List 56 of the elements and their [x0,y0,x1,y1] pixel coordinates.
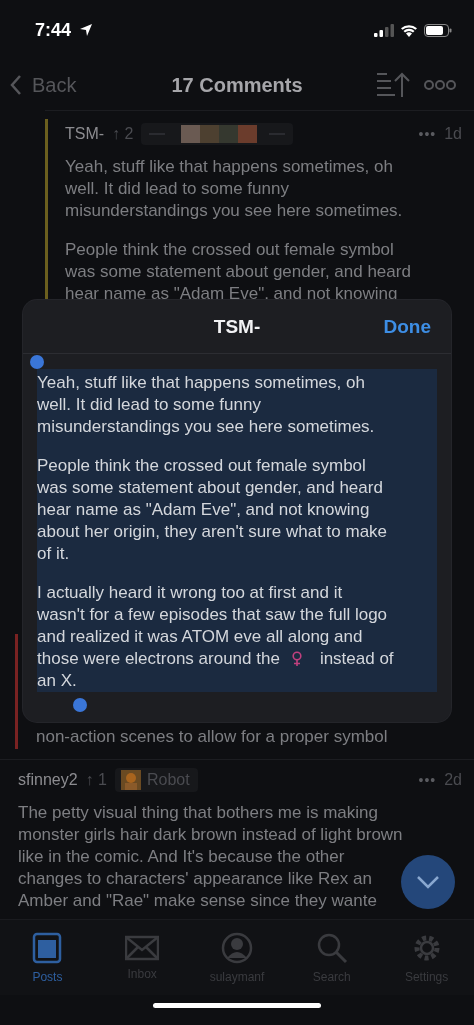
comment-text: was some statement about gender, and heard [65,261,411,283]
comment-text: hear name as "Adam Eve", and not knowing [65,283,398,305]
more-button[interactable]: ••• [418,126,437,142]
search-icon [315,931,348,964]
comment-author[interactable]: sfinney2 [18,771,78,789]
selected-text: Yeah, stuff like that happens sometimes, oh [37,372,365,394]
selected-text: wasn't for a few episodes that saw the full logo [37,604,388,626]
selection-handle[interactable] [30,355,44,369]
selected-text: misunderstandings you see here sometimes. [37,416,375,438]
tab-button[interactable]: Posts [2,931,93,984]
battery-icon [424,23,452,37]
selection-handle[interactable] [73,698,87,712]
person-icon [221,931,253,964]
page-title: 17 Comments [171,73,303,97]
selected-text: about her origin, they aren't sure what to make [37,521,388,543]
back-button[interactable]: Back [10,73,77,97]
signal-icon [374,23,394,37]
comment-text: non-action scenes to allow for a proper symbol [36,726,388,748]
scroll-down-button[interactable] [401,855,455,909]
comment-text: monster girls hair dark brown instead of light brown [18,824,403,846]
comment-age: 2d [444,771,462,789]
selected-text: well. It did lead to some funny [37,394,261,416]
location-arrow-icon [79,23,94,37]
modal-title: TSM- [213,315,261,338]
more-icon[interactable] [424,80,456,90]
selected-text: instead of [319,648,394,670]
female-sign-icon [291,651,302,667]
comment-author[interactable]: TSM- [65,125,105,143]
comment-text: Amber and "Rae" make sense since they wante [18,890,377,912]
more-button[interactable]: ••• [418,772,437,788]
chevron-down-icon [415,874,441,890]
selected-text: hear name as "Adam Eve", and not knowing [37,499,370,521]
comment-score: ↑ 1 [85,771,107,789]
envelope-icon [125,934,160,961]
chevron-icon [10,74,22,96]
selected-text: People think the crossed out female symbol [37,455,366,477]
comment-text: The petty visual thing that bothers me is making [18,802,378,824]
comment-age: 1d [444,125,462,143]
status-time: 7:44 [35,19,72,41]
document-icon [32,931,63,964]
selected-text: and realized it was ATOM eve all along and [37,626,363,648]
selected-text: those were electrons around the [37,648,280,670]
comment-text: like in the comic. And It's because the other [18,846,345,868]
comment-text: changes to characters' appearance like Rex an [18,868,372,890]
comment-text: Yeah, stuff like that happens sometimes, oh [65,156,393,178]
wifi-icon [400,23,418,37]
selected-text: of it. [37,543,70,565]
selected-text: I actually heard it wrong too at first and it [37,582,343,604]
comment-text: well. It did lead to some funny [65,178,289,200]
selected-text: an X. [37,670,77,692]
done-button[interactable]: Done [383,315,431,338]
comment-text: People think the crossed out female symbol [65,239,394,261]
comment-text: misunderstandings you see here sometimes. [65,200,403,222]
selected-text: was some statement about gender, and heard [37,477,383,499]
comment-score: ↑ 2 [112,125,134,143]
sort-icon[interactable] [376,72,412,98]
